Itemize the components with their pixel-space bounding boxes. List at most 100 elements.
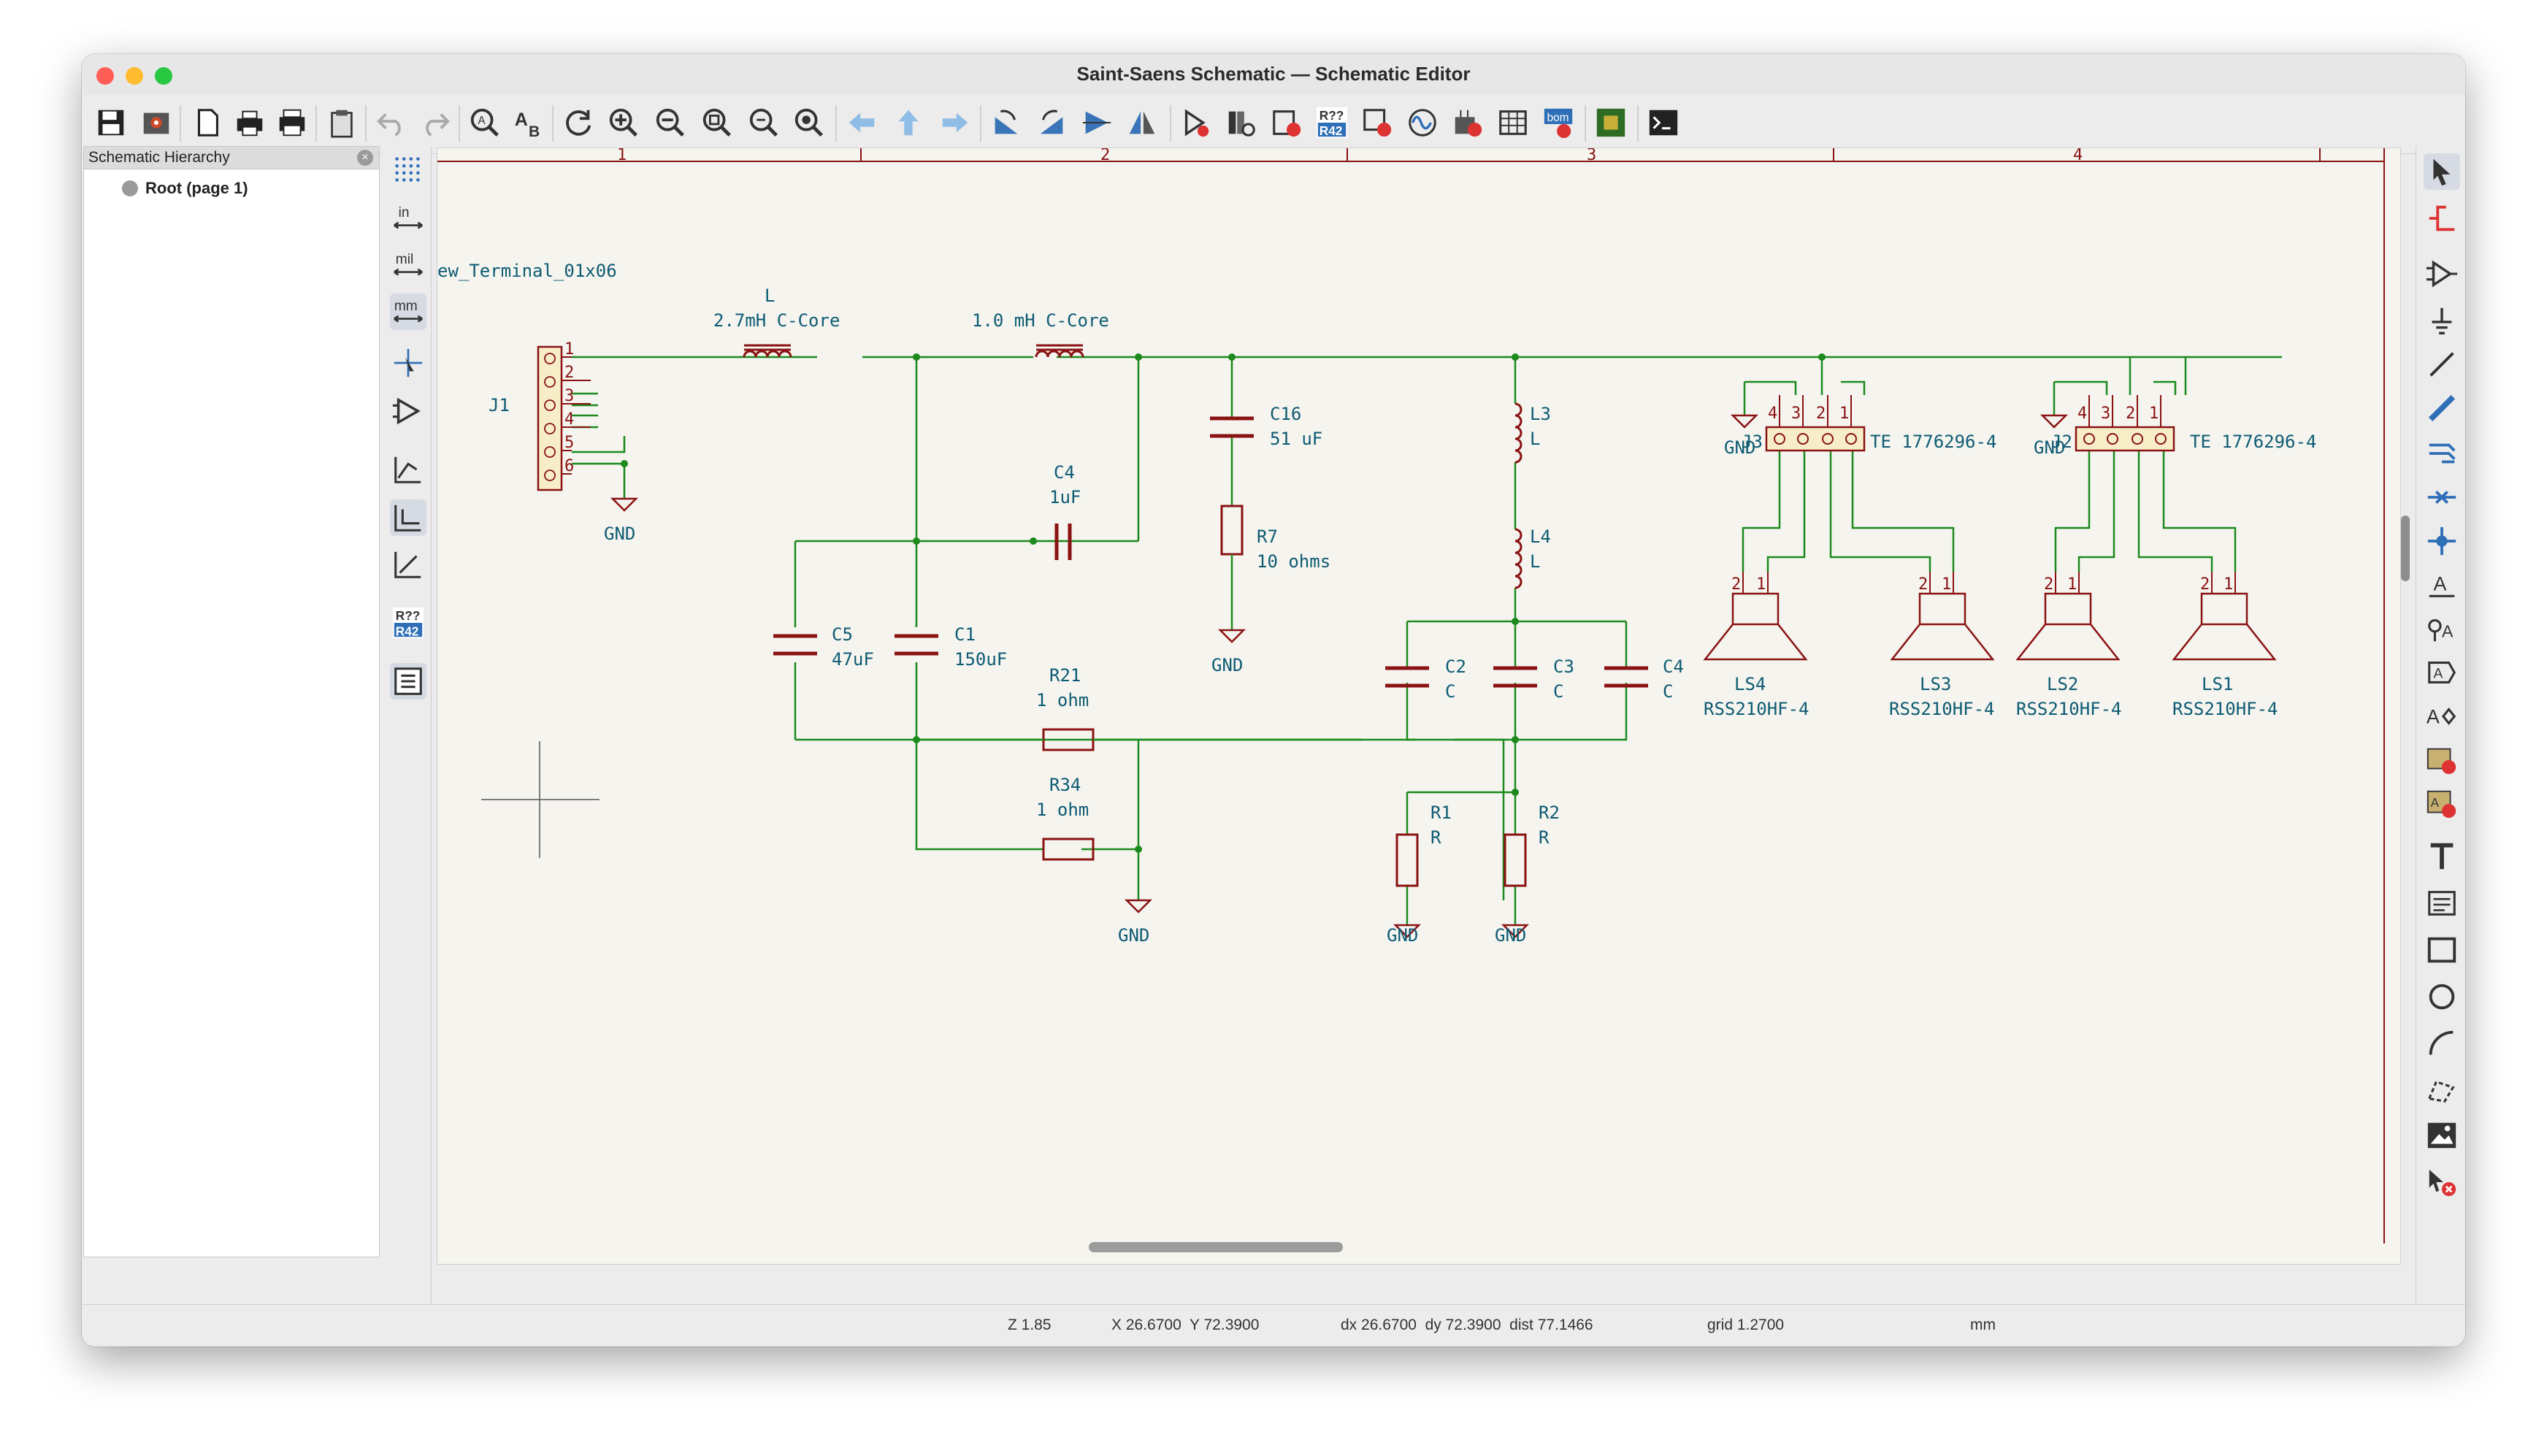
print-icon[interactable] <box>231 104 269 142</box>
erc-icon[interactable] <box>1358 104 1396 142</box>
inductor-l4[interactable] <box>1514 528 1523 589</box>
add-bus-entry-icon[interactable] <box>2424 435 2460 472</box>
schematic-canvas[interactable]: 1 2 3 4 J1 ew_Terminal_01x06 1 2 3 4 5 6… <box>437 147 2401 1265</box>
ref-label: C4 <box>1054 462 1075 483</box>
pcb-icon[interactable] <box>1592 104 1630 142</box>
find-replace-icon[interactable]: AB <box>510 104 548 142</box>
undo-icon[interactable] <box>372 104 410 142</box>
import-sheet-pin-icon[interactable]: A <box>2424 786 2460 822</box>
symbol-editor-icon[interactable] <box>1177 104 1215 142</box>
resistor-r1[interactable] <box>1395 833 1419 887</box>
line-mode-free-icon[interactable] <box>390 451 426 488</box>
gnd-label: GND <box>1387 925 1418 946</box>
delete-tool-icon[interactable] <box>2424 1164 2460 1200</box>
ref-label: C1 <box>954 624 976 645</box>
new-page-icon[interactable] <box>188 104 226 142</box>
simulator-icon[interactable] <box>1403 104 1441 142</box>
units-inch-icon[interactable]: in <box>390 200 426 237</box>
footprint-assign-icon[interactable] <box>1268 104 1306 142</box>
add-arc-icon[interactable] <box>2424 1025 2460 1062</box>
back-icon[interactable] <box>843 104 881 142</box>
rotate-cw-icon[interactable] <box>1033 104 1070 142</box>
window-title: Saint-Saens Schematic — Schematic Editor <box>1076 63 1471 85</box>
inductor-l3[interactable] <box>1514 402 1523 464</box>
add-circle-icon[interactable] <box>2424 978 2460 1015</box>
no-connect-icon[interactable] <box>2424 479 2460 516</box>
add-image-icon[interactable] <box>2424 1117 2460 1154</box>
add-hier-label-icon[interactable]: A <box>2424 698 2460 735</box>
table-icon[interactable] <box>1494 104 1532 142</box>
capacitor-c1[interactable] <box>895 634 938 656</box>
line-mode-45-icon[interactable] <box>390 546 426 583</box>
forward-icon[interactable] <box>936 104 974 142</box>
find-icon[interactable]: A <box>466 104 504 142</box>
redo-icon[interactable] <box>416 104 454 142</box>
zoom-out-icon[interactable] <box>651 104 689 142</box>
value-label: 10 ohms <box>1257 551 1330 572</box>
ref-label: R7 <box>1257 526 1278 547</box>
rotate-ccw-icon[interactable] <box>987 104 1025 142</box>
resistor-r2[interactable] <box>1504 833 1527 887</box>
zoom-selection-icon[interactable] <box>790 104 828 142</box>
inductor-l[interactable] <box>743 344 792 358</box>
highlight-net-icon[interactable] <box>2424 200 2460 237</box>
speaker-ls4[interactable]: 2 1 LS4 RSS210HF-4 <box>1703 572 1809 719</box>
hierarchy-navigator-icon[interactable] <box>390 663 426 700</box>
add-power-icon[interactable] <box>2424 302 2460 339</box>
bom-icon[interactable]: bom <box>1539 104 1577 142</box>
pcb-netlist-icon[interactable] <box>1449 104 1487 142</box>
scripting-icon[interactable] <box>1644 104 1682 142</box>
horizontal-scrollbar[interactable] <box>1089 1242 1343 1252</box>
add-textbox-icon[interactable] <box>2424 885 2460 922</box>
grid-icon[interactable] <box>390 152 426 188</box>
mirror-h-icon[interactable] <box>1123 104 1161 142</box>
speaker-ls3[interactable]: 2 1 LS3 RSS210HF-4 <box>1889 572 1995 719</box>
units-mil-icon[interactable]: mil <box>390 247 426 283</box>
settings-icon[interactable] <box>137 104 175 142</box>
vertical-scrollbar[interactable] <box>2401 516 2410 581</box>
hidden-pins-icon[interactable] <box>390 393 426 429</box>
zoom-in-icon[interactable] <box>605 104 643 142</box>
add-sheet-icon[interactable] <box>2424 742 2460 778</box>
add-polyline-icon[interactable] <box>2424 1072 2460 1108</box>
add-text-icon[interactable] <box>2424 838 2460 875</box>
tree-item-root[interactable]: Root (page 1) <box>122 179 248 198</box>
annotate-icon[interactable]: R?? R42 <box>390 605 426 641</box>
library-browser-icon[interactable] <box>1222 104 1260 142</box>
zoom-fit-icon[interactable] <box>698 104 736 142</box>
plot-icon[interactable] <box>273 104 311 142</box>
inductor-l2[interactable] <box>1035 344 1084 358</box>
close-icon[interactable]: × <box>357 150 373 166</box>
ref-label: L3 <box>1530 404 1551 424</box>
mirror-v-icon[interactable] <box>1078 104 1116 142</box>
save-icon[interactable] <box>92 104 130 142</box>
add-wire-icon[interactable] <box>2424 346 2460 383</box>
select-arrow-icon[interactable] <box>2424 153 2460 190</box>
cursor-crosshair-icon[interactable] <box>390 345 426 381</box>
connector-j3[interactable]: 4 3 2 1 J3 TE 1776296-4 <box>1742 395 1996 452</box>
line-mode-90-icon[interactable] <box>390 499 426 536</box>
add-symbol-icon[interactable] <box>2424 256 2460 292</box>
units-mm-icon[interactable]: mm <box>390 294 426 330</box>
add-global-label-icon[interactable]: A <box>2424 654 2460 691</box>
add-junction-icon[interactable] <box>2424 523 2460 559</box>
capacitor-c5[interactable] <box>773 634 817 656</box>
up-icon[interactable] <box>889 104 927 142</box>
speaker-ls2[interactable]: 2 1 LS2 RSS210HF-4 <box>2015 572 2122 719</box>
zoom-objects-icon[interactable] <box>745 104 783 142</box>
svg-text:mil: mil <box>396 252 413 267</box>
add-net-class-icon[interactable]: A <box>2424 610 2460 647</box>
add-bus-icon[interactable] <box>2424 390 2460 426</box>
capacitor-c16[interactable] <box>1210 416 1254 438</box>
add-rectangle-icon[interactable] <box>2424 932 2460 968</box>
refresh-icon[interactable] <box>559 104 597 142</box>
pin-number: 6 <box>564 457 574 475</box>
resistor-r7[interactable] <box>1220 505 1244 556</box>
pin-number: 2 <box>1816 405 1826 423</box>
annotate-icon[interactable]: R?? R42 <box>1313 104 1351 142</box>
connector-j1[interactable]: J1 ew_Terminal_01x06 1 2 3 4 5 6 <box>437 261 617 491</box>
add-label-icon[interactable]: A <box>2424 567 2460 603</box>
paste-icon[interactable] <box>323 104 361 142</box>
speaker-ls1[interactable]: 2 1 LS1 RSS210HF-4 <box>2172 572 2278 719</box>
connector-j2[interactable]: 4 3 2 1 J2 TE 1776296-4 <box>2051 395 2316 452</box>
